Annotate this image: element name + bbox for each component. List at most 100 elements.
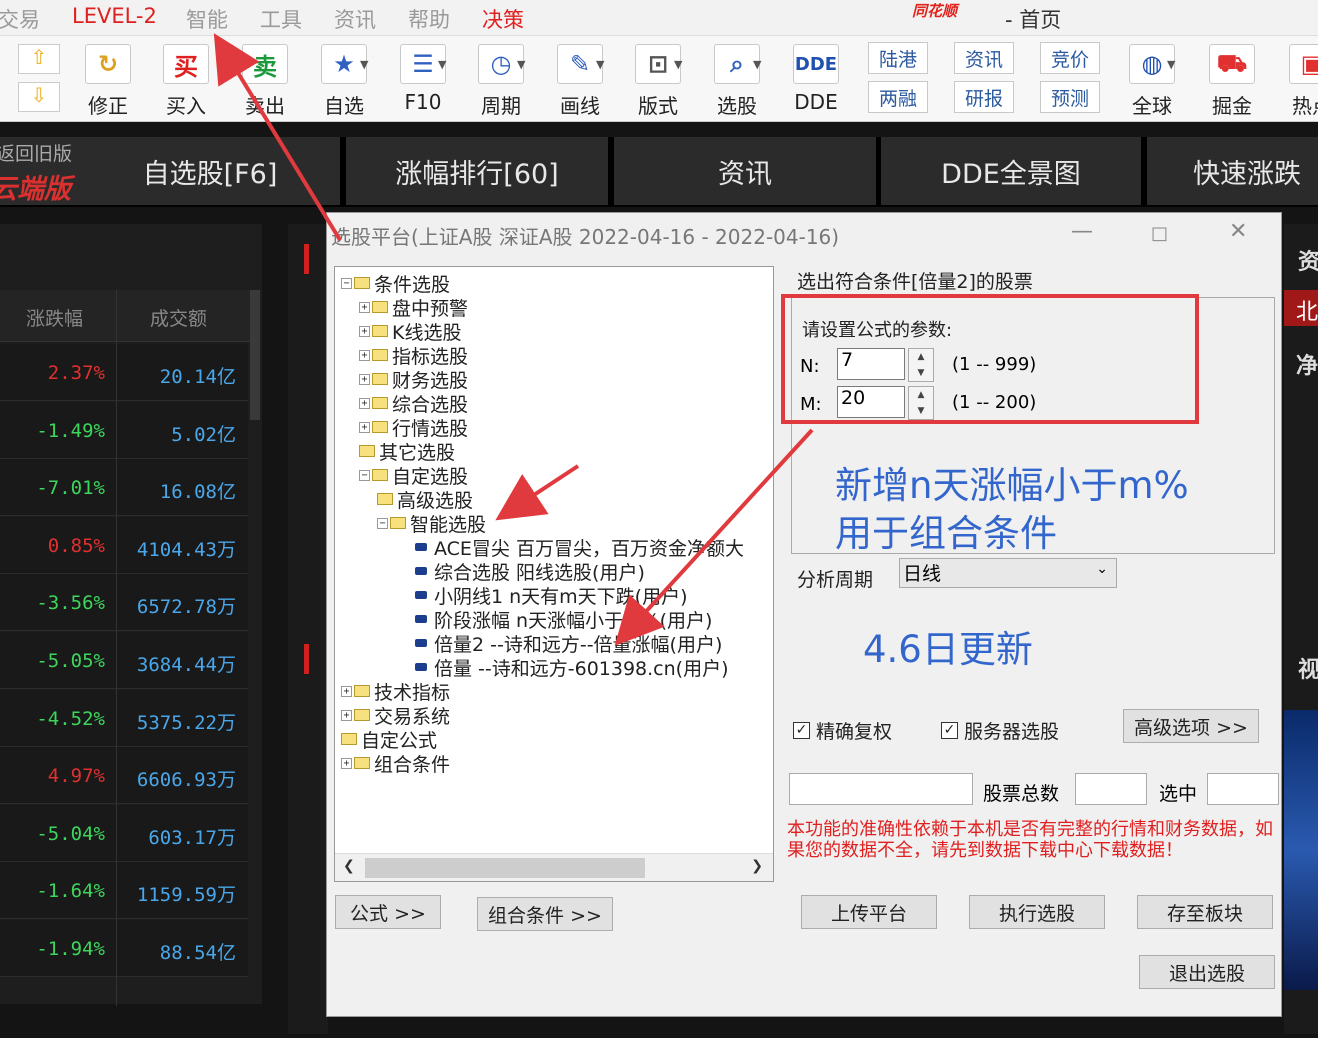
tree-node[interactable]: + 技术指标 (341, 679, 450, 704)
scroll-right-icon[interactable]: ❯ (751, 858, 763, 874)
dde-button[interactable]: DDE DDE (780, 42, 852, 118)
collapse-icon[interactable]: − (377, 517, 388, 529)
chevron-down-icon[interactable]: ▼ (1167, 58, 1179, 71)
forecast-button[interactable]: 预测 (1040, 81, 1100, 113)
expand-icon[interactable]: + (341, 709, 352, 721)
chevron-down-icon[interactable]: ▼ (438, 58, 450, 71)
back-old-version[interactable]: 返回旧版 (0, 139, 72, 166)
tree-node[interactable]: 其它选股 (359, 439, 455, 464)
table-row[interactable]: -1.49% 5.02亿 (0, 401, 248, 459)
table-row[interactable]: -7.01% 16.08亿 (0, 459, 248, 517)
watchlist-button[interactable]: ★ 自选 (308, 42, 380, 118)
margin-button[interactable]: 两融 (868, 81, 928, 113)
menu-level2[interactable]: LEVEL-2 (72, 4, 157, 28)
server-select-checkbox[interactable]: ✓ 服务器选股 (941, 717, 1059, 744)
table-row[interactable]: -5.04% 603.17万 (0, 804, 248, 862)
collapse-icon[interactable]: − (359, 469, 370, 481)
expand-icon[interactable]: + (341, 757, 352, 769)
tab-watchlist[interactable]: 自选股[F6] (80, 137, 340, 205)
chevron-down-icon[interactable]: ▼ (360, 58, 372, 71)
chevron-down-icon[interactable]: ▼ (674, 58, 686, 71)
tree-node[interactable]: + 盘中预警 (359, 295, 468, 320)
tab-fast-moves[interactable]: 快速涨跌 (1147, 137, 1318, 205)
table-row[interactable]: 0.85% 4104.43万 (0, 516, 248, 574)
combo-condition-button[interactable]: 组合条件 >> (477, 897, 613, 931)
period-button[interactable]: ◷ 周期 (465, 42, 537, 118)
tree-node-formula[interactable]: 综合选股 阳线选股(用户) (415, 559, 645, 584)
expand-icon[interactable]: + (359, 301, 370, 313)
layout-button[interactable]: ⊡ 版式 (622, 42, 694, 118)
fix-button[interactable]: ↻ 修正 (72, 42, 144, 118)
version-switch[interactable]: 返回旧版 云端版 (0, 137, 80, 205)
draw-button[interactable]: ✎ 画线 (544, 42, 616, 118)
collapse-icon[interactable]: − (341, 277, 352, 289)
buy-button[interactable]: 买 买入 (150, 42, 222, 118)
tab-dde-overview[interactable]: DDE全景图 (881, 137, 1141, 205)
tree-node[interactable]: + 组合条件 (341, 751, 450, 776)
table-row[interactable]: -4.52% 5375.22万 (0, 689, 248, 747)
hot-button[interactable]: ▣ 热点 (1276, 42, 1318, 118)
dig-gold-button[interactable]: ⛟ 掘金 (1196, 42, 1268, 118)
expand-icon[interactable]: + (359, 325, 370, 337)
news-small-button[interactable]: 资讯 (954, 42, 1014, 74)
tree-node[interactable]: + 指标选股 (359, 343, 468, 368)
period-select[interactable]: 日线 ⌄ (899, 558, 1117, 588)
research-button[interactable]: 研报 (954, 81, 1014, 113)
menu-smart[interactable]: 智能 (186, 4, 228, 34)
header-change[interactable]: 涨跌幅 (26, 304, 83, 331)
expand-icon[interactable]: + (359, 421, 370, 433)
tree-node-formula[interactable]: 小阴线1 n天有m天下跌(用户) (415, 583, 688, 608)
hk-connect-button[interactable]: 陆港 (868, 42, 928, 74)
formula-button[interactable]: 公式 >> (335, 895, 441, 929)
tree-node[interactable]: + 交易系统 (341, 703, 450, 728)
table-row[interactable]: -1.64% 1159.59万 (0, 862, 248, 920)
run-selection-button[interactable]: 执行选股 (969, 895, 1105, 929)
tree-node[interactable]: − 自定选股 (359, 463, 468, 488)
scroll-left-icon[interactable]: ❮ (343, 858, 355, 874)
menu-tools[interactable]: 工具 (260, 4, 302, 34)
vertical-scrollbar[interactable] (250, 290, 260, 420)
tree-node[interactable]: + 综合选股 (359, 391, 468, 416)
minimize-icon[interactable]: — (1071, 219, 1093, 244)
table-row[interactable]: -3.56% 6572.78万 (0, 574, 248, 632)
global-button[interactable]: ◍ 全球 (1116, 42, 1188, 118)
chevron-down-icon[interactable]: ▼ (596, 58, 608, 71)
tree-node-smart[interactable]: − 智能选股 (377, 511, 486, 536)
tree-node-formula[interactable]: 倍量2 --诗和远方--倍量涨幅(用户) (415, 631, 722, 656)
exit-selection-button[interactable]: 退出选股 (1139, 955, 1275, 989)
header-amount[interactable]: 成交额 (150, 304, 207, 331)
tree-node-formula[interactable]: ACE冒尖 百万冒尖，百万资金净额大 (415, 535, 744, 560)
menu-help[interactable]: 帮助 (408, 4, 450, 34)
close-icon[interactable]: ✕ (1229, 219, 1247, 244)
tree-node[interactable]: 自定公式 (341, 727, 437, 752)
tree-root[interactable]: − 条件选股 (341, 271, 450, 296)
tree-node-formula[interactable]: 倍量 --诗和远方-601398.cn(用户) (415, 655, 729, 680)
expand-icon[interactable]: + (359, 349, 370, 361)
tree-node-advanced[interactable]: 高级选股 (377, 487, 473, 512)
chevron-down-icon[interactable]: ▼ (753, 58, 765, 71)
horizontal-scrollbar[interactable]: ❮ ❯ (335, 853, 773, 881)
expand-icon[interactable]: + (359, 397, 370, 409)
video-thumbnail[interactable] (1284, 710, 1318, 990)
tree-node-formula[interactable]: 阶段涨幅 n天涨幅小于m%(用户) (415, 607, 712, 632)
table-row[interactable]: -1.94% 88.54亿 (0, 920, 248, 977)
menu-news[interactable]: 资讯 (334, 4, 376, 34)
maximize-icon[interactable]: □ (1151, 223, 1168, 244)
right-tab-north[interactable]: 北 (1284, 290, 1318, 326)
arrow-up-icon[interactable]: ⇧ (18, 44, 60, 74)
table-row[interactable]: 2.37% 20.14亿 (0, 344, 248, 401)
sell-button[interactable]: 卖 卖出 (229, 42, 301, 118)
expand-icon[interactable]: + (359, 373, 370, 385)
table-row[interactable]: -5.05% 3684.44万 (0, 632, 248, 689)
tree-node[interactable]: + K线选股 (359, 319, 461, 344)
tab-news[interactable]: 资讯 (614, 137, 876, 205)
arrow-down-icon[interactable]: ⇩ (18, 82, 60, 112)
expand-icon[interactable]: + (341, 685, 352, 697)
menu-decision[interactable]: 决策 (482, 4, 524, 34)
f10-button[interactable]: ☰ F10 (387, 42, 459, 118)
tab-gain-ranking[interactable]: 涨幅排行[60] (346, 137, 608, 205)
tree-node[interactable]: + 财务选股 (359, 367, 468, 392)
tree-node[interactable]: + 行情选股 (359, 415, 468, 440)
menu-trade[interactable]: 交易 (0, 4, 40, 34)
exact-restore-checkbox[interactable]: ✓ 精确复权 (793, 717, 892, 744)
